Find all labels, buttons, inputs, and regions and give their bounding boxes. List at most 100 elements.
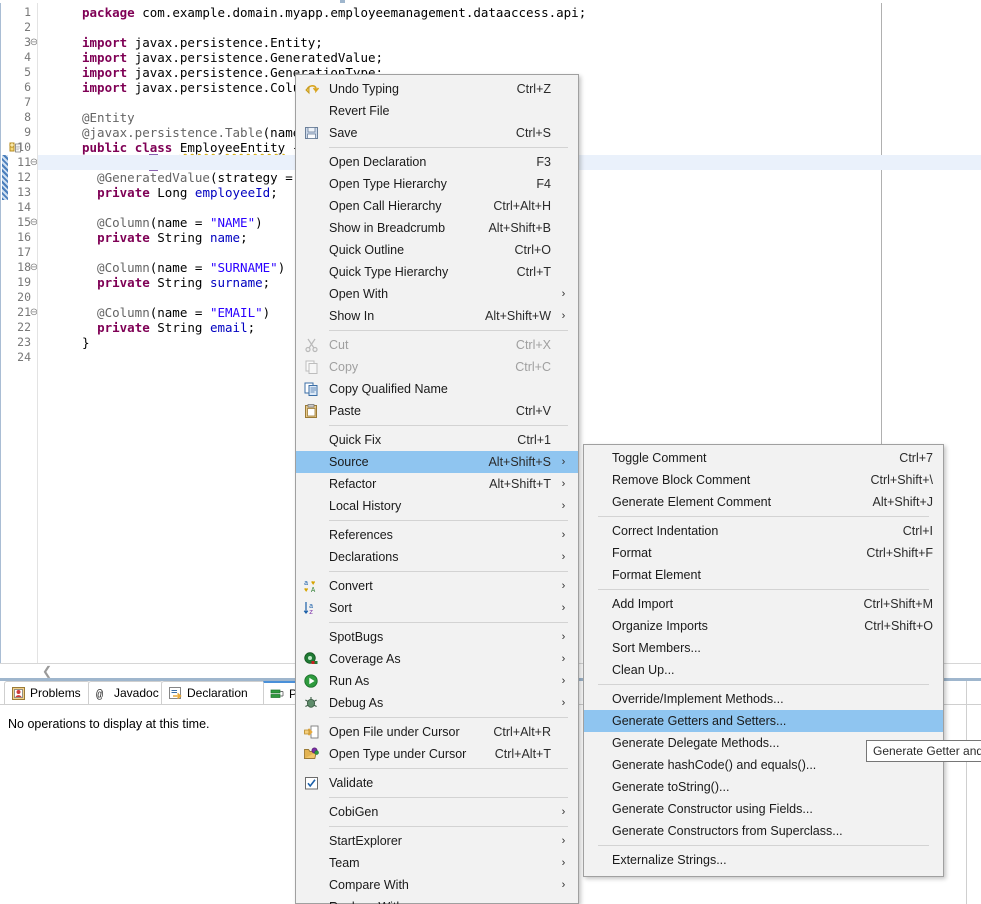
code-token: import (82, 65, 135, 80)
code-token: ; (240, 230, 248, 245)
menu-item-compare-with[interactable]: Compare With› (296, 874, 578, 896)
submenu-item-generate-constructor-using-fields[interactable]: Generate Constructor using Fields... (584, 798, 943, 820)
submenu-item-organize-imports[interactable]: Organize ImportsCtrl+Shift+O (584, 615, 943, 637)
menu-item-shortcut: Ctrl+Shift+O (864, 619, 933, 633)
submenu-arrow-icon: › (559, 879, 568, 891)
tab-problems[interactable]: Problems (4, 681, 90, 705)
menu-item-save[interactable]: SaveCtrl+S (296, 122, 578, 144)
menu-item-copy-qualified-name[interactable]: Copy Qualified Name (296, 378, 578, 400)
menu-item-revert-file[interactable]: Revert File (296, 100, 578, 122)
code-token: public (82, 140, 135, 155)
panel-right-border (966, 681, 967, 904)
menu-item-open-type-hierarchy[interactable]: Open Type HierarchyF4 (296, 173, 578, 195)
menu-item-quick-fix[interactable]: Quick FixCtrl+1 (296, 429, 578, 451)
menu-separator (329, 826, 568, 827)
run-icon (303, 673, 320, 689)
code-token: ) (255, 215, 263, 230)
menu-item-source[interactable]: SourceAlt+Shift+S› (296, 451, 578, 473)
menu-item-debug-as[interactable]: Debug As› (296, 692, 578, 714)
submenu-item-correct-indentation[interactable]: Correct IndentationCtrl+I (584, 520, 943, 542)
warning-marker-icon[interactable] (7, 140, 23, 155)
line-number: 4 (1, 50, 31, 65)
code-line[interactable]: package com.example.domain.myapp.employe… (38, 5, 981, 20)
submenu-item-generate-constructors-from-superclass[interactable]: Generate Constructors from Superclass... (584, 820, 943, 842)
menu-item-undo-typing[interactable]: Undo TypingCtrl+Z (296, 78, 578, 100)
submenu-item-externalize-strings[interactable]: Externalize Strings... (584, 849, 943, 871)
editor-context-menu[interactable]: Undo TypingCtrl+ZRevert FileSaveCtrl+S Op… (295, 74, 579, 904)
code-line[interactable]: import javax.persistence.GeneratedValue; (38, 50, 981, 65)
menu-item-run-as[interactable]: Run As› (296, 670, 578, 692)
submenu-arrow-icon: › (559, 288, 568, 300)
code-token: javax.persistence.Entity; (135, 35, 323, 50)
submenu-item-add-import[interactable]: Add ImportCtrl+Shift+M (584, 593, 943, 615)
editor-scroll-left-arrow[interactable]: ❮ (42, 664, 52, 678)
submenu-item-format[interactable]: FormatCtrl+Shift+F (584, 542, 943, 564)
menu-item-quick-type-hierarchy[interactable]: Quick Type HierarchyCtrl+T (296, 261, 578, 283)
menu-item-label: Quick Fix (329, 433, 495, 447)
menu-item-show-in-breadcrumb[interactable]: Show in BreadcrumbAlt+Shift+B (296, 217, 578, 239)
line-number: 15 (1, 215, 31, 230)
line-number: 24 (1, 350, 31, 365)
submenu-item-override-implement-methods[interactable]: Override/Implement Methods... (584, 688, 943, 710)
menu-item-quick-outline[interactable]: Quick OutlineCtrl+O (296, 239, 578, 261)
menu-item-team[interactable]: Team› (296, 852, 578, 874)
menu-item-replace-with[interactable]: Replace With› (296, 896, 578, 904)
menu-item-startexplorer[interactable]: StartExplorer› (296, 830, 578, 852)
menu-item-refactor[interactable]: RefactorAlt+Shift+T› (296, 473, 578, 495)
problems-icon (11, 686, 26, 701)
menu-item-open-call-hierarchy[interactable]: Open Call HierarchyCtrl+Alt+H (296, 195, 578, 217)
menu-item-open-declaration[interactable]: Open DeclarationF3 (296, 151, 578, 173)
submenu-item-toggle-comment[interactable]: Toggle CommentCtrl+7 (584, 447, 943, 469)
submenu-item-sort-members[interactable]: Sort Members... (584, 637, 943, 659)
source-submenu[interactable]: Toggle CommentCtrl+7Remove Block Comment… (583, 444, 944, 877)
menu-item-validate[interactable]: Validate (296, 772, 578, 794)
code-token: String (157, 230, 210, 245)
submenu-arrow-icon: › (559, 697, 568, 709)
menu-item-open-file-under-cursor[interactable]: Open File under CursorCtrl+Alt+R (296, 721, 578, 743)
line-number: 14 (1, 200, 31, 215)
line-number: 22 (1, 320, 31, 335)
copy-icon (303, 359, 320, 375)
menu-item-label: Open Declaration (329, 155, 514, 169)
menu-item-open-type-under-cursor[interactable]: Open Type under CursorCtrl+Alt+T (296, 743, 578, 765)
menu-item-label: Undo Typing (329, 82, 495, 96)
menu-item-label: Correct Indentation (612, 524, 881, 538)
menu-item-convert[interactable]: a♥♥AConvert› (296, 575, 578, 597)
menu-item-local-history[interactable]: Local History› (296, 495, 578, 517)
code-line[interactable]: import javax.persistence.Entity; (38, 35, 981, 50)
menu-item-label: Add Import (612, 597, 842, 611)
menu-item-references[interactable]: References› (296, 524, 578, 546)
code-token: class (135, 140, 180, 155)
menu-item-cobigen[interactable]: CobiGen› (296, 801, 578, 823)
code-token: Long (157, 185, 195, 200)
menu-item-declarations[interactable]: Declarations› (296, 546, 578, 568)
menu-item-label: Open With (329, 287, 551, 301)
editor-gutter[interactable]: 123⊖4567891011⊖12131415⊖161718⊖192021⊖22… (1, 3, 37, 663)
submenu-arrow-icon: › (559, 835, 568, 847)
menu-item-show-in[interactable]: Show InAlt+Shift+W› (296, 305, 578, 327)
submenu-item-clean-up[interactable]: Clean Up... (584, 659, 943, 681)
menu-item-coverage-as[interactable]: Coverage As› (296, 648, 578, 670)
code-line[interactable] (38, 20, 981, 35)
menu-item-label: Open Type under Cursor (329, 747, 473, 761)
menu-item-sort[interactable]: azSort› (296, 597, 578, 619)
submenu-item-generate-element-comment[interactable]: Generate Element CommentAlt+Shift+J (584, 491, 943, 513)
code-token: String (157, 275, 210, 290)
menu-item-paste[interactable]: PasteCtrl+V (296, 400, 578, 422)
submenu-item-format-element[interactable]: Format Element (584, 564, 943, 586)
line-number: 9 (1, 125, 31, 140)
menu-item-shortcut: Ctrl+C (515, 360, 551, 374)
menu-separator (329, 717, 568, 718)
tab-declaration[interactable]: Declaration (161, 681, 265, 705)
menu-item-label: Coverage As (329, 652, 551, 666)
menu-item-label: Remove Block Comment (612, 473, 848, 487)
submenu-item-remove-block-comment[interactable]: Remove Block CommentCtrl+Shift+\ (584, 469, 943, 491)
menu-separator (329, 330, 568, 331)
menu-item-open-with[interactable]: Open With › (296, 283, 578, 305)
tab-javadoc[interactable]: @Javadoc (88, 681, 163, 705)
submenu-item-generate-tostring[interactable]: Generate toString()... (584, 776, 943, 798)
code-token: import (82, 80, 135, 95)
menu-item-label: SpotBugs (329, 630, 551, 644)
menu-item-spotbugs[interactable]: SpotBugs› (296, 626, 578, 648)
submenu-item-generate-getters-and-setters[interactable]: Generate Getters and Setters... (584, 710, 943, 732)
